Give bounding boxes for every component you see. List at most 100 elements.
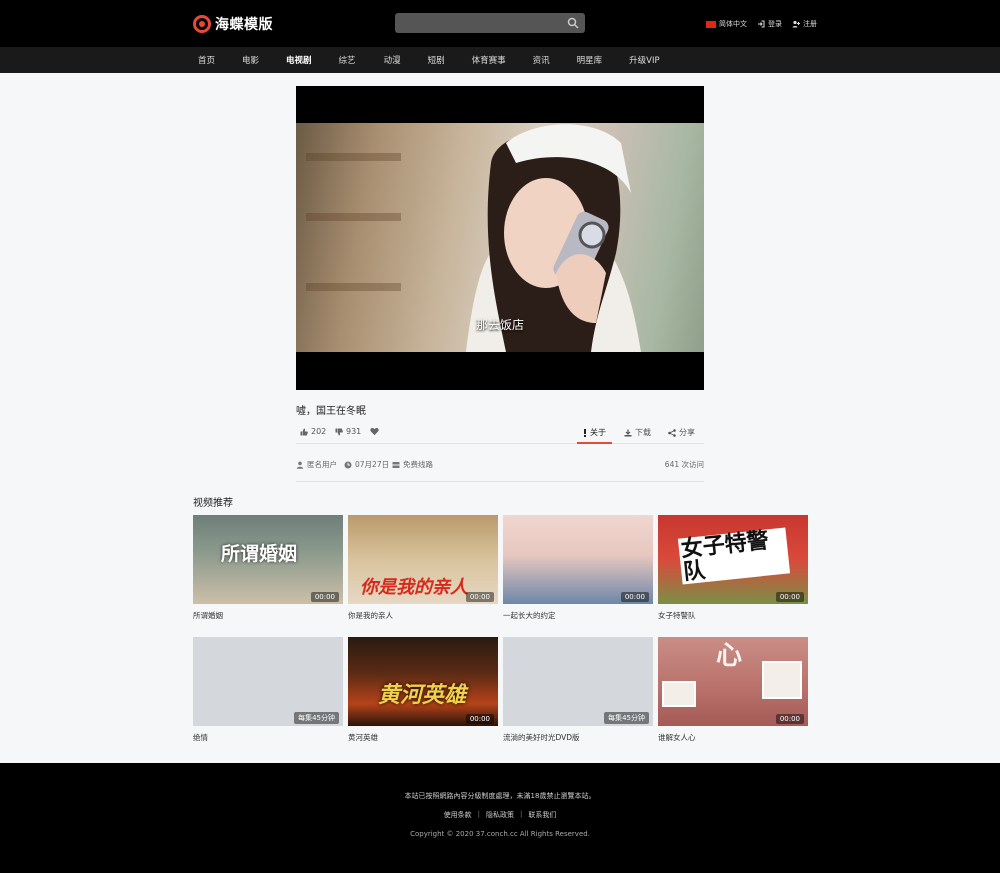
download-icon <box>624 429 632 436</box>
video-title-link[interactable]: 谁解女人心 <box>658 732 808 743</box>
server-icon <box>392 461 400 468</box>
like-count: 202 <box>311 427 327 436</box>
privacy-link[interactable]: 隐私政策 <box>486 810 514 820</box>
recommend-card[interactable]: 每集45分钟 绝情 <box>193 637 343 743</box>
search-box <box>395 13 585 33</box>
user-icon <box>296 461 304 469</box>
background-shelf <box>306 213 401 221</box>
thumbs-down-icon <box>335 428 343 435</box>
download-label: 下载 <box>635 428 651 437</box>
register-link[interactable]: 注册 <box>792 19 817 29</box>
search-icon[interactable] <box>567 17 579 29</box>
terms-link[interactable]: 使用条款 <box>444 810 472 820</box>
video-title-link[interactable]: 黄河英雄 <box>348 732 498 743</box>
nav-item-news[interactable]: 资讯 <box>533 54 550 66</box>
video-thumbnail: 每集45分钟 <box>193 637 343 726</box>
recommend-card[interactable]: 女子特警队 00:00 女子特警队 <box>658 515 808 621</box>
video-title-link[interactable]: 流淌的美好时光DVD版 <box>503 732 653 743</box>
contact-link[interactable]: 联系我们 <box>528 810 556 820</box>
tab-about-label: 关于 <box>590 428 606 437</box>
poster-title-text: 女子特警队 <box>677 527 791 585</box>
add-user-icon <box>792 20 800 28</box>
logo-icon <box>193 15 211 33</box>
background-shelf <box>306 283 401 291</box>
divider: | <box>520 810 523 818</box>
poster-title-text: 心 <box>716 641 743 671</box>
nav-item-sports[interactable]: 体育赛事 <box>472 54 506 66</box>
poster-title-text: 所谓婚姻 <box>221 543 298 565</box>
duration-badge: 00:00 <box>465 592 494 602</box>
video-meta: 匿名用户 07月27日 免费线路 641 次访问 <box>296 456 704 482</box>
nav-item-anime[interactable]: 动漫 <box>384 54 401 66</box>
duration-badge: 00:00 <box>775 714 804 724</box>
language-switch[interactable]: 简体中文 <box>706 19 747 29</box>
duration-badge: 00:00 <box>465 714 494 724</box>
register-label: 注册 <box>803 20 817 28</box>
like-button[interactable]: 202 <box>300 427 326 436</box>
publish-date: 07月27日 <box>344 459 389 470</box>
nav-item-short-drama[interactable]: 短剧 <box>428 54 445 66</box>
video-title-link[interactable]: 所谓婚姻 <box>193 610 343 621</box>
exclamation-icon <box>584 428 586 437</box>
nav-item-tv-series[interactable]: 电视剧 <box>286 54 312 66</box>
login-link[interactable]: 登录 <box>757 19 782 29</box>
share-icon <box>668 428 676 437</box>
recommend-card[interactable]: 你是我的亲人 00:00 你是我的亲人 <box>348 515 498 621</box>
video-thumbnail: 你是我的亲人 00:00 <box>348 515 498 604</box>
download-button[interactable]: 下载 <box>624 427 651 438</box>
language-label: 简体中文 <box>719 20 747 28</box>
video-thumbnail: 所谓婚姻 00:00 <box>193 515 343 604</box>
uploader-info: 匿名用户 <box>296 459 337 470</box>
share-button[interactable]: 分享 <box>668 427 695 438</box>
video-subtitle: 那去饭店 <box>475 318 524 332</box>
recommend-card[interactable]: 心 00:00 谁解女人心 <box>658 637 808 743</box>
site-logo[interactable]: 海蝶模版 <box>193 14 273 34</box>
duration-badge: 00:00 <box>775 592 804 602</box>
tab-about[interactable]: 关于 <box>577 427 612 444</box>
recommend-card[interactable]: 黄河英雄 00:00 黄河英雄 <box>348 637 498 743</box>
copyright-text: Copyright © 2020 37.conch.cc All Rights … <box>410 830 590 838</box>
dislike-count: 931 <box>346 427 362 436</box>
favorite-button[interactable] <box>370 427 379 436</box>
nav-item-stars[interactable]: 明星库 <box>577 54 603 66</box>
route-name: 免费线路 <box>403 460 433 469</box>
main-nav: 首页 电影 电视剧 综艺 动漫 短剧 体育赛事 资讯 明星库 升级VIP <box>0 47 1000 73</box>
thumbs-up-icon <box>300 428 308 435</box>
poster-photo-frame <box>762 661 802 699</box>
poster-photo-frame <box>662 681 696 707</box>
login-label: 登录 <box>768 20 782 28</box>
dislike-button[interactable]: 931 <box>335 427 361 436</box>
background-shelf <box>306 153 401 161</box>
route-info[interactable]: 免费线路 <box>392 459 433 470</box>
poster-title-text: 你是我的亲人 <box>360 577 468 598</box>
video-title-link[interactable]: 你是我的亲人 <box>348 610 498 621</box>
china-flag-icon <box>706 20 716 28</box>
nav-item-home[interactable]: 首页 <box>198 54 215 66</box>
heart-icon <box>370 428 379 436</box>
recommend-title: 视频推荐 <box>193 498 233 509</box>
divider: | <box>477 810 480 818</box>
video-thumbnail: 每集45分钟 <box>503 637 653 726</box>
user-links: 简体中文 登录 注册 <box>706 19 817 29</box>
search-input[interactable] <box>395 13 560 33</box>
view-count: 641 次访问 <box>664 460 704 469</box>
duration-badge: 00:00 <box>310 592 339 602</box>
video-title-link[interactable]: 绝情 <box>193 732 343 743</box>
publish-date-text: 07月27日 <box>355 460 390 469</box>
video-title-link[interactable]: 女子特警队 <box>658 610 808 621</box>
footer-links: 使用条款 | 隐私政策 | 联系我们 <box>0 810 1000 820</box>
nav-item-vip[interactable]: 升级VIP <box>629 54 659 66</box>
video-title: 噓，国王在冬眠 <box>296 406 366 417</box>
recommend-card[interactable]: 所谓婚姻 00:00 所谓婚姻 <box>193 515 343 621</box>
footer-notice: 本站已按照網路內容分級制度處理，未滿18歲禁止瀏覽本站。 <box>404 792 596 800</box>
nav-item-variety[interactable]: 综艺 <box>339 54 356 66</box>
video-thumbnail: 00:00 <box>503 515 653 604</box>
recommend-card[interactable]: 每集45分钟 流淌的美好时光DVD版 <box>503 637 653 743</box>
video-player[interactable]: 那去饭店 <box>296 86 704 390</box>
clock-icon <box>344 461 352 468</box>
video-title-link[interactable]: 一起长大的约定 <box>503 610 653 621</box>
login-icon <box>758 20 765 28</box>
video-thumbnail: 黄河英雄 00:00 <box>348 637 498 726</box>
recommend-card[interactable]: 00:00 一起长大的约定 <box>503 515 653 621</box>
nav-item-movies[interactable]: 电影 <box>242 54 259 66</box>
